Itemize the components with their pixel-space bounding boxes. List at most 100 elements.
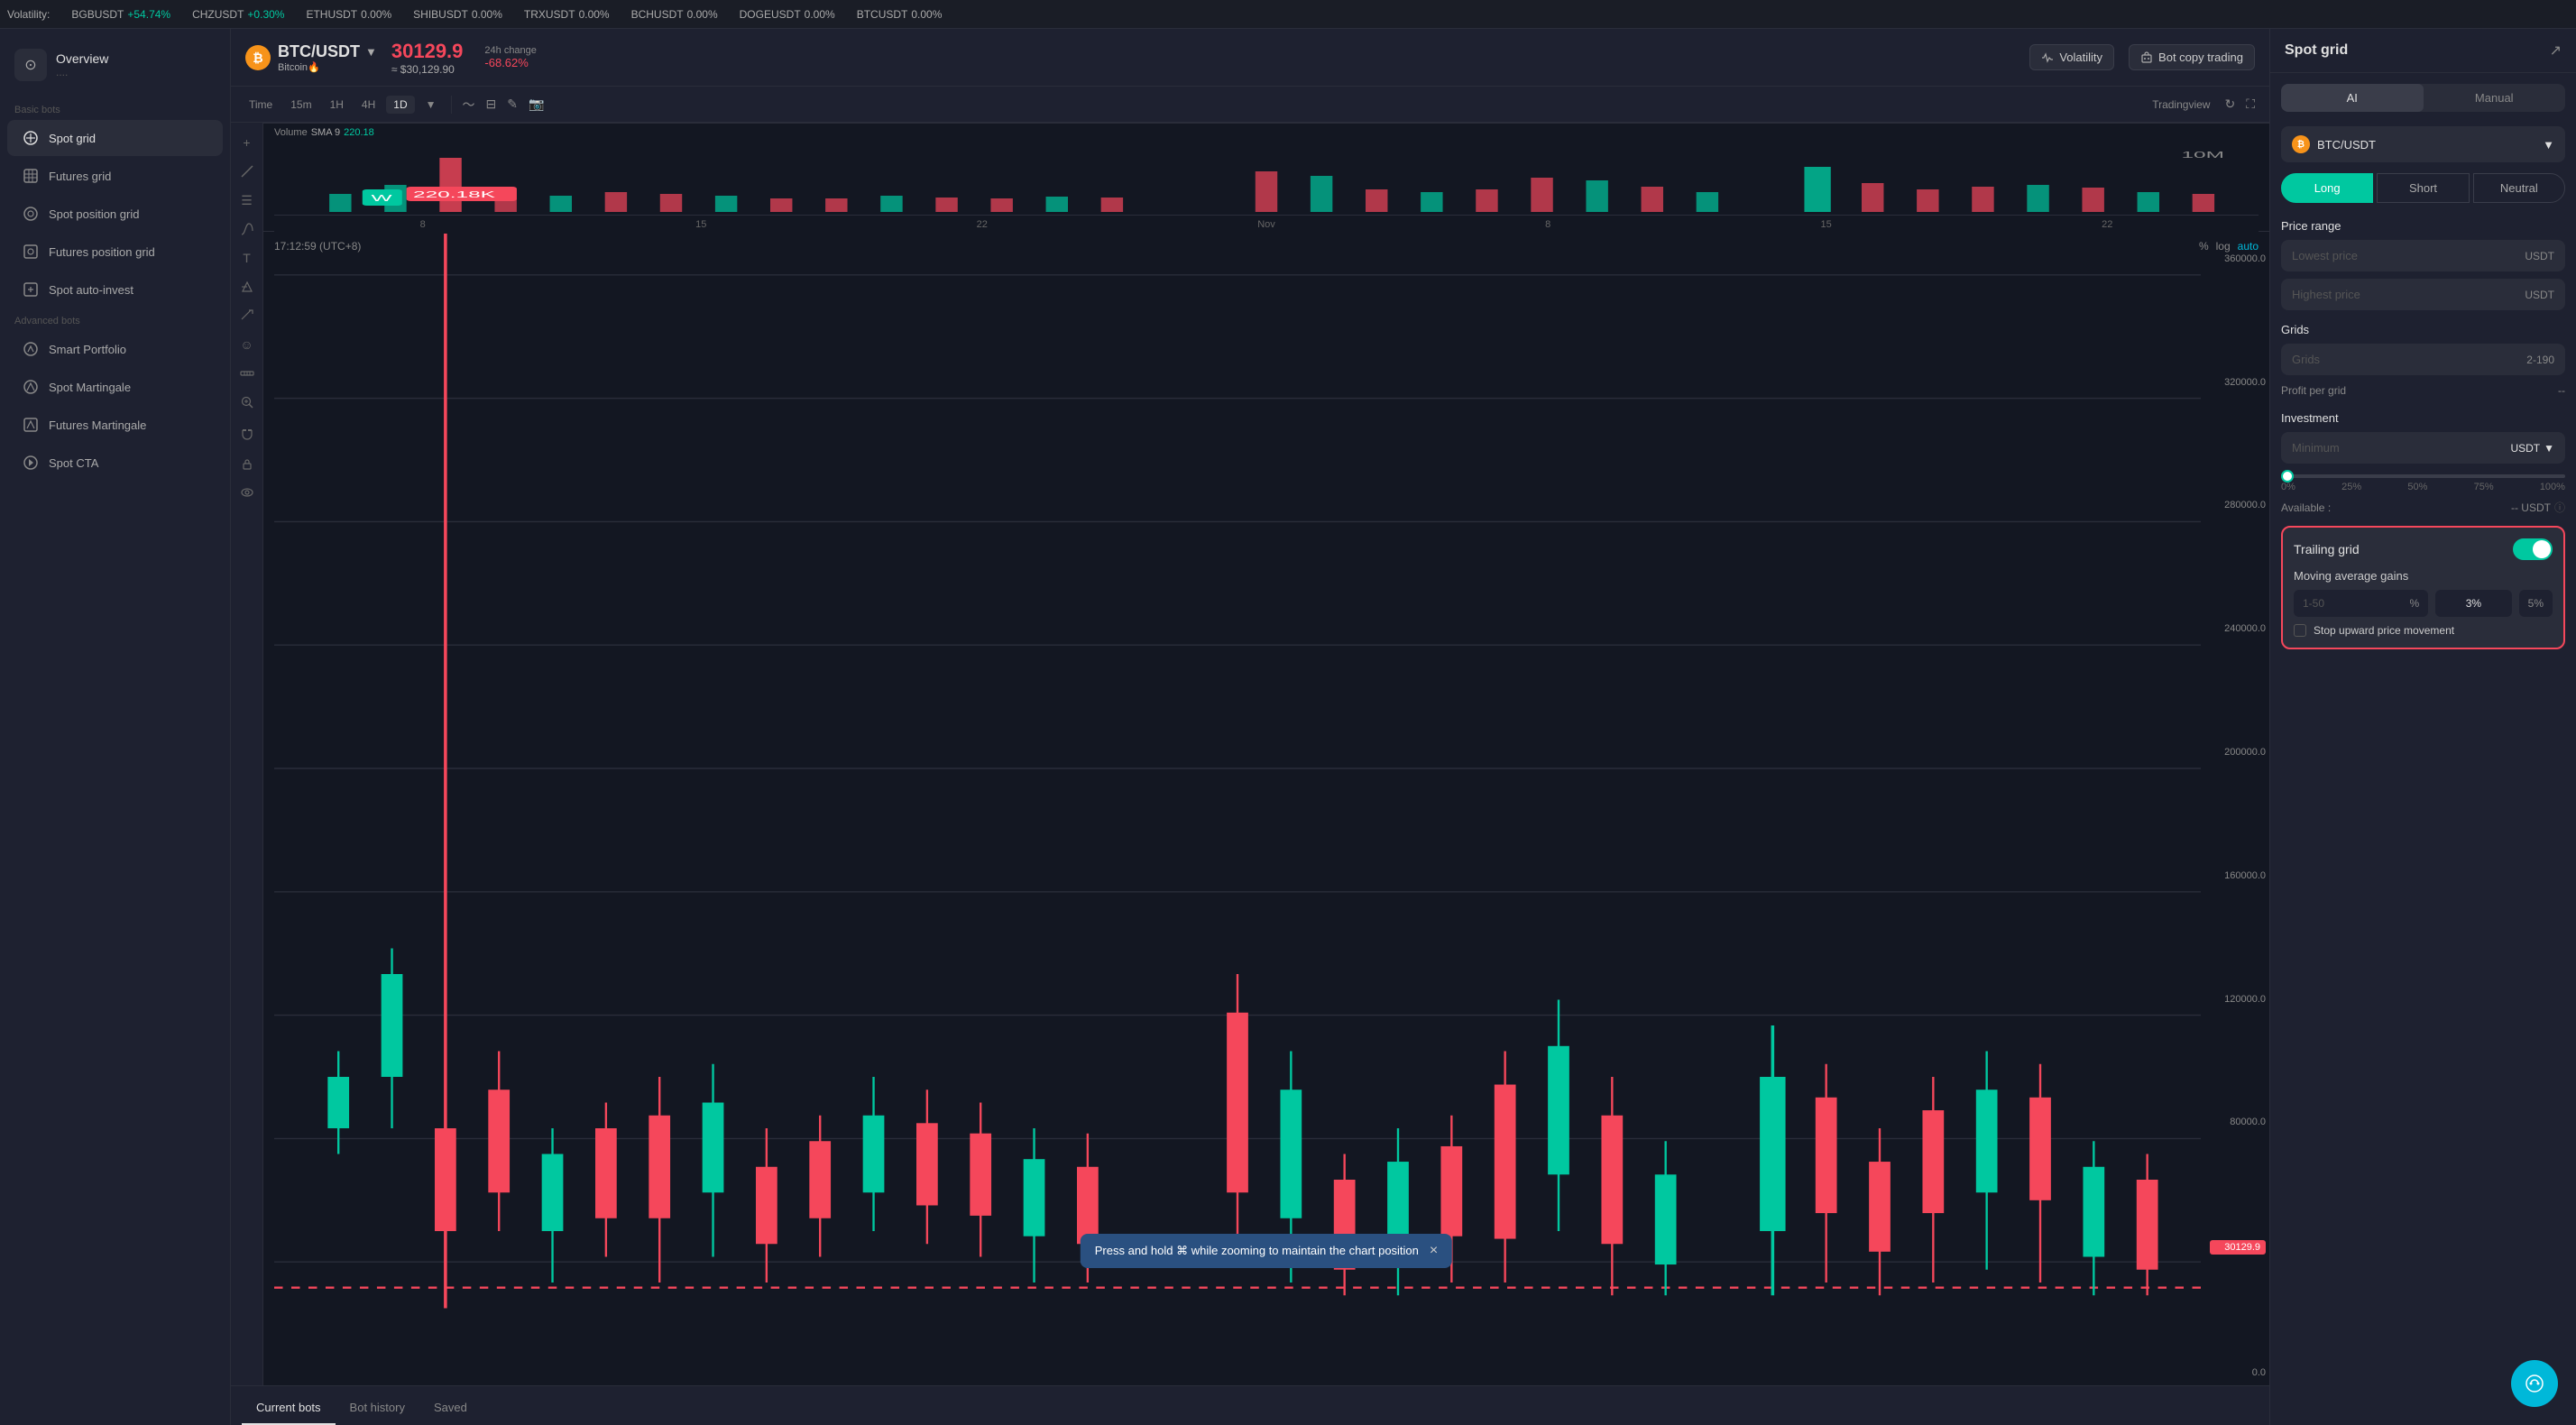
spot-martingale-label: Spot Martingale	[49, 381, 131, 394]
btc-currency-icon: ₿	[2292, 135, 2310, 153]
volume-chart: W 220.18K	[274, 140, 2259, 212]
spot-position-icon	[22, 205, 40, 223]
dir-short[interactable]: Short	[2377, 173, 2469, 203]
time-dropdown[interactable]: ▼	[419, 96, 444, 114]
line-chart-icon[interactable]: 〜	[459, 92, 479, 117]
spot-grid-icon	[22, 129, 40, 147]
hlines-icon[interactable]: ☰	[235, 188, 260, 213]
lock-icon[interactable]	[235, 451, 260, 476]
emoji-icon[interactable]: ☺	[235, 332, 260, 357]
futures-martingale-label: Futures Martingale	[49, 418, 146, 432]
trend-line-icon[interactable]	[235, 159, 260, 184]
ma-3pct-box[interactable]: 3%	[2435, 590, 2512, 617]
grids-input[interactable]: Grids 2-190	[2281, 344, 2565, 375]
time-1h[interactable]: 1H	[323, 96, 351, 114]
ticker-btcusdt: BTCUSDT 0.00%	[857, 8, 943, 21]
fib-icon[interactable]	[235, 216, 260, 242]
change-label: 24h change	[484, 45, 537, 56]
lowest-price-input[interactable]: Lowest price USDT	[2281, 240, 2565, 271]
candlestick-chart[interactable]	[274, 152, 2201, 1385]
available-info-icon[interactable]: ⓘ	[2554, 500, 2565, 515]
tab-bot-history[interactable]: Bot history	[336, 1392, 419, 1425]
chart-header: ₿ BTC/USDT ▼ Bitcoin🔥 30129.9 ≈ $30,129.…	[231, 29, 2269, 87]
volatility-label: Volatility	[2059, 51, 2102, 64]
currency-selector[interactable]: ₿ BTC/USDT ▼	[2281, 126, 2565, 162]
futures-grid-label: Futures grid	[49, 170, 111, 183]
ticker-volatility-label: Volatility:	[7, 8, 50, 21]
tab-saved[interactable]: Saved	[419, 1392, 482, 1425]
sidebar-item-futures-martingale[interactable]: Futures Martingale	[7, 407, 223, 443]
mode-ai[interactable]: AI	[2281, 84, 2424, 112]
time-4h[interactable]: 4H	[354, 96, 382, 114]
share-icon[interactable]: ↗	[2550, 41, 2562, 60]
right-panel: Spot grid ↗ AI Manual ₿ BTC/USDT ▼ Long …	[2269, 29, 2576, 1425]
smart-portfolio-icon	[22, 340, 40, 358]
slider-thumb[interactable]	[2281, 470, 2294, 483]
mode-manual[interactable]: Manual	[2424, 84, 2566, 112]
chart-area: BTCUSDT · 1D O80000.0 H97909.8 L29999.9 …	[263, 123, 2269, 1385]
support-button[interactable]	[2511, 1360, 2558, 1407]
svg-text:10M: 10M	[2181, 150, 2224, 160]
time-15b: 15	[1821, 219, 1832, 230]
time-15m[interactable]: 15m	[283, 96, 318, 114]
candle-chart-icon[interactable]: ⊟	[483, 93, 501, 115]
sidebar-item-spot-grid[interactable]: Spot grid	[7, 120, 223, 156]
sidebar-item-futures-grid[interactable]: Futures grid	[7, 158, 223, 194]
sidebar-item-futures-position[interactable]: Futures position grid	[7, 234, 223, 270]
crosshair-icon[interactable]: +	[235, 130, 260, 155]
panel-header: Spot grid ↗	[2270, 29, 2576, 73]
profit-per-grid-row: Profit per grid --	[2270, 379, 2576, 402]
shapes-icon[interactable]	[235, 274, 260, 299]
sidebar-item-smart-portfolio[interactable]: Smart Portfolio	[7, 331, 223, 367]
highest-price-input[interactable]: Highest price USDT	[2281, 279, 2565, 310]
eye-icon[interactable]	[235, 480, 260, 505]
fullscreen-icon[interactable]: ⛶	[2242, 93, 2259, 115]
tab-current-bots[interactable]: Current bots	[242, 1392, 336, 1425]
sidebar-item-spot-position[interactable]: Spot position grid	[7, 196, 223, 232]
time-1d[interactable]: 1D	[386, 96, 414, 114]
trailing-toggle[interactable]	[2513, 538, 2553, 560]
lowest-price-placeholder: Lowest price	[2292, 249, 2358, 262]
pair-chain: Bitcoin🔥	[278, 61, 377, 73]
moving-avg-inputs: 1-50 % 3% 5%	[2294, 590, 2553, 617]
draw-icon[interactable]: ✎	[503, 93, 521, 115]
sidebar-item-spot-cta[interactable]: Spot CTA	[7, 445, 223, 481]
grids-title: Grids	[2270, 314, 2576, 340]
bot-copy-label: Bot copy trading	[2158, 51, 2243, 64]
current-price-tag: 30129.9	[2210, 1240, 2266, 1255]
text-icon[interactable]: T	[235, 245, 260, 271]
investment-slider[interactable]: 0% 25% 50% 75% 100%	[2270, 467, 2576, 496]
tooltip-close[interactable]: ×	[1430, 1243, 1438, 1259]
available-val: -- USDT	[2511, 501, 2551, 514]
pair-dropdown-icon[interactable]: ▼	[365, 45, 377, 59]
camera-icon[interactable]: 📷	[525, 93, 547, 115]
sidebar-item-spot-martingale[interactable]: Spot Martingale	[7, 369, 223, 405]
zoom-icon[interactable]	[235, 390, 260, 415]
bot-copy-trading-button[interactable]: Bot copy trading	[2129, 44, 2255, 70]
stop-upward-checkbox[interactable]	[2294, 624, 2306, 637]
pct-100: 100%	[2540, 482, 2565, 492]
time-axis: 8 15 22 Nov 8 15 22	[274, 215, 2259, 234]
sidebar-item-spot-auto-invest[interactable]: Spot auto-invest	[7, 271, 223, 308]
overview-dots: ....	[56, 66, 108, 78]
spot-position-label: Spot position grid	[49, 207, 139, 221]
spot-grid-label: Spot grid	[49, 132, 96, 145]
pct-50: 50%	[2407, 482, 2427, 492]
dir-long[interactable]: Long	[2281, 173, 2373, 203]
refresh-icon[interactable]: ↻	[2221, 93, 2239, 115]
magnet-icon[interactable]	[235, 422, 260, 447]
ma-range-input[interactable]: 1-50 %	[2294, 590, 2428, 617]
dir-neutral[interactable]: Neutral	[2473, 173, 2565, 203]
investment-input[interactable]: Minimum USDT ▼	[2281, 432, 2565, 464]
toggle-knob	[2533, 540, 2551, 558]
time-22: 22	[977, 219, 988, 230]
invest-suffix[interactable]: USDT ▼	[2510, 442, 2554, 455]
ruler-icon[interactable]	[235, 361, 260, 386]
invest-currency: USDT	[2510, 442, 2540, 455]
panel-title: Spot grid	[2285, 42, 2348, 59]
advanced-bots-label: Advanced bots	[0, 308, 230, 330]
sidebar-overview[interactable]: ⊙ Overview ....	[0, 40, 230, 90]
volatility-button[interactable]: Volatility	[2029, 44, 2114, 70]
measure-icon[interactable]	[235, 303, 260, 328]
ma-5pct-box[interactable]: 5%	[2519, 590, 2553, 617]
